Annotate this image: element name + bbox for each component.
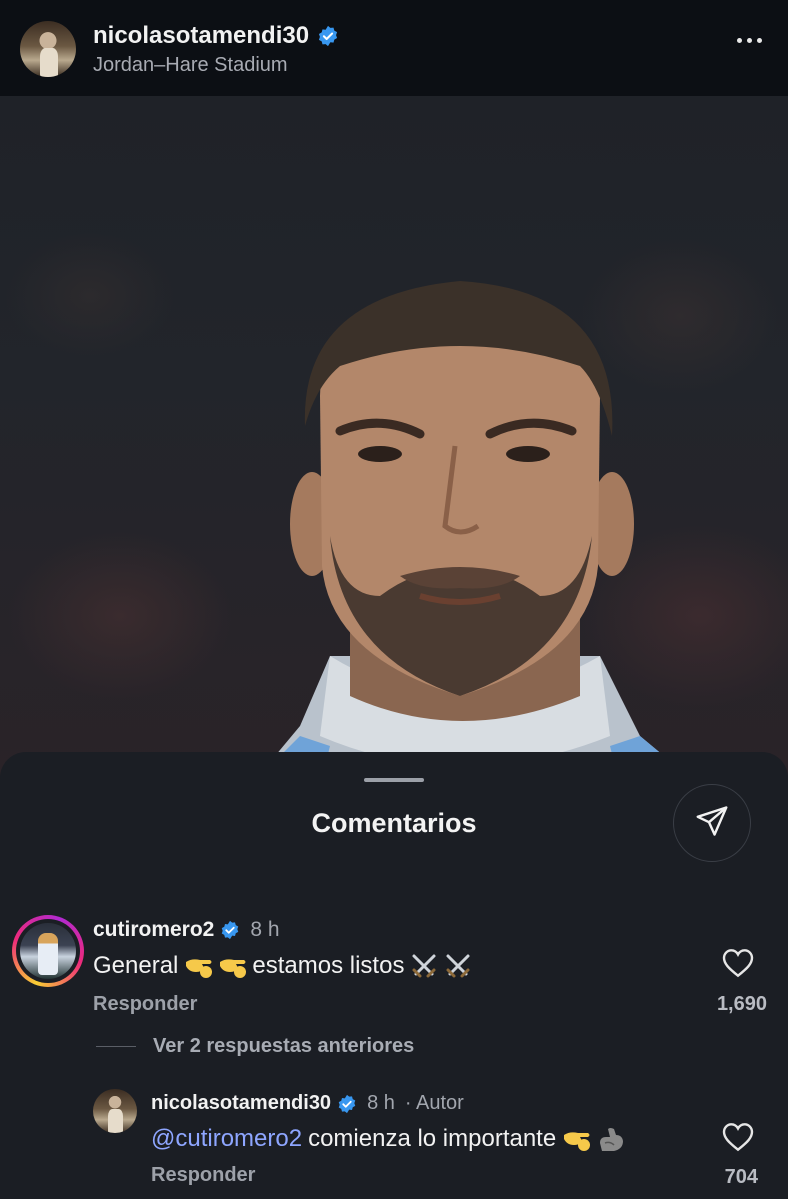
player-portrait xyxy=(250,281,700,786)
post-photo[interactable] xyxy=(0,96,788,786)
heart-icon[interactable] xyxy=(722,1122,754,1157)
commenter-avatar[interactable] xyxy=(12,915,84,987)
verified-badge-icon xyxy=(220,920,240,940)
author-tag: · Autor xyxy=(404,1092,464,1114)
mention-link[interactable]: @cutiromero2 xyxy=(151,1125,302,1153)
like-count: 1,690 xyxy=(716,993,767,1015)
share-button[interactable] xyxy=(673,784,751,862)
verified-badge-icon xyxy=(337,1094,357,1114)
reply-text-body: comienza lo importante xyxy=(308,1125,557,1152)
crossed-swords-icon xyxy=(444,952,472,980)
author-username[interactable]: nicolasotamendi30 xyxy=(93,22,309,50)
comment-text-end: estamos listos xyxy=(252,952,405,979)
post-location[interactable]: Jordan–Hare Stadium xyxy=(93,54,288,77)
sheet-title: Comentarios xyxy=(311,808,477,838)
commenter-username[interactable]: cutiromero2 xyxy=(93,918,214,942)
author-username-row[interactable]: nicolasotamendi30 xyxy=(93,22,339,50)
saluting-hand-icon xyxy=(562,1125,591,1153)
sheet-grab-handle[interactable] xyxy=(364,778,424,782)
crossed-swords-icon xyxy=(410,952,438,980)
comment-text: General estamos listos xyxy=(93,952,472,980)
like-count: 704 xyxy=(724,1166,758,1188)
reply-button[interactable]: Responder xyxy=(151,1164,255,1187)
comments-sheet: Comentarios cutiromero2 8 h General esta… xyxy=(0,752,788,1199)
post-header: nicolasotamendi30 Jordan–Hare Stadium xyxy=(0,0,788,96)
comment-time: 8 h xyxy=(250,918,280,941)
flexed-biceps-icon xyxy=(596,1125,624,1153)
reply-username[interactable]: nicolasotamendi30 xyxy=(151,1092,331,1115)
verified-badge-icon xyxy=(317,25,339,47)
more-options-icon[interactable] xyxy=(737,38,762,43)
comment-text-start: General xyxy=(93,952,179,979)
heart-icon[interactable] xyxy=(722,948,754,983)
reply-header: nicolasotamendi30 8 h · Autor xyxy=(151,1092,464,1115)
paper-plane-icon xyxy=(694,803,730,844)
view-replies-button[interactable]: Ver 2 respuestas anteriores xyxy=(153,1035,414,1058)
reply-text: @cutiromero2 comienza lo importante xyxy=(151,1125,624,1153)
author-avatar[interactable] xyxy=(20,21,76,77)
saluting-hand-icon xyxy=(184,952,213,980)
reply-button[interactable]: Responder xyxy=(93,993,197,1016)
divider xyxy=(96,1046,136,1047)
reply-time: 8 h xyxy=(367,1092,395,1114)
reply-author-avatar[interactable] xyxy=(93,1089,137,1133)
comment-header: cutiromero2 8 h xyxy=(93,918,280,942)
saluting-hand-icon xyxy=(218,952,247,980)
